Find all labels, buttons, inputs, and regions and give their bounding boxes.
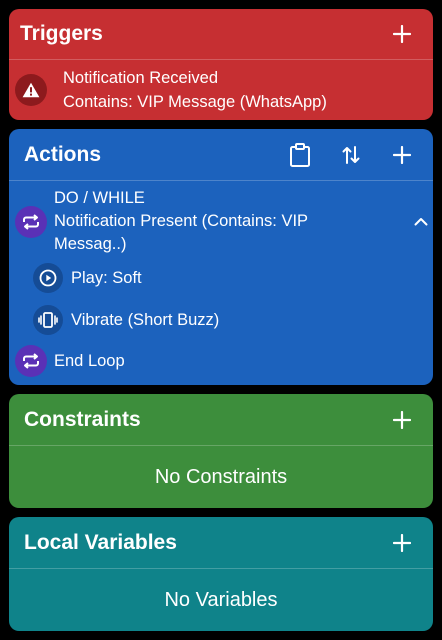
chevron-up-icon <box>414 217 428 225</box>
plus-icon <box>393 25 411 43</box>
add-constraint-button[interactable] <box>385 403 419 437</box>
trigger-name: Notification Received <box>63 69 218 87</box>
trigger-item[interactable]: Notification Received Contains: VIP Mess… <box>9 60 433 114</box>
do-while-label: DO / WHILE <box>54 189 145 207</box>
trigger-detail: Contains: VIP Message (WhatsApp) <box>63 93 327 111</box>
clipboard-icon <box>290 142 310 167</box>
triggers-title: Triggers <box>20 22 103 45</box>
do-while-text: DO / WHILE Notification Present (Contain… <box>54 187 374 256</box>
vibrate-icon <box>33 305 63 335</box>
add-action-button[interactable] <box>385 138 419 172</box>
play-icon <box>33 263 63 293</box>
trigger-description: Notification Received Contains: VIP Mess… <box>63 66 327 114</box>
triggers-header: Triggers <box>9 9 433 60</box>
end-loop-action[interactable]: End Loop <box>15 345 125 377</box>
plus-icon <box>393 410 411 429</box>
variables-title: Local Variables <box>24 530 177 554</box>
variables-card: Local Variables No Variables <box>9 517 433 631</box>
loop-icon <box>15 345 47 377</box>
actions-title: Actions <box>24 142 102 166</box>
no-constraints-text: No Constraints <box>154 465 288 488</box>
do-while-condition-cont: Messag..) <box>54 235 127 253</box>
collapse-button[interactable] <box>404 204 433 238</box>
constraints-card: Constraints No Constraints <box>9 394 433 508</box>
vibrate-action[interactable]: Vibrate (Short Buzz) <box>33 305 219 335</box>
do-while-condition: Notification Present (Contains: VIP <box>54 212 309 230</box>
no-variables-text: No Variables <box>164 588 278 611</box>
triggers-card: Triggers Notification Received Contains:… <box>9 9 433 120</box>
loop-icon <box>15 205 47 238</box>
variables-header: Local Variables <box>9 517 433 569</box>
clipboard-button[interactable] <box>283 138 317 172</box>
reorder-icon <box>342 145 360 164</box>
constraints-title: Constraints <box>24 407 141 431</box>
play-action[interactable]: Play: Soft <box>33 263 142 293</box>
reorder-button[interactable] <box>334 138 368 172</box>
end-loop-label: End Loop <box>54 351 125 370</box>
constraints-header: Constraints <box>9 394 433 446</box>
actions-header: Actions <box>9 129 433 181</box>
plus-icon <box>393 533 411 552</box>
add-trigger-button[interactable] <box>385 17 419 51</box>
play-label: Play: Soft <box>71 268 142 287</box>
plus-icon <box>393 145 411 164</box>
actions-card: Actions DO / WHILE Notification Present … <box>9 129 433 385</box>
vibrate-label: Vibrate (Short Buzz) <box>71 310 220 329</box>
do-while-action[interactable]: DO / WHILE Notification Present (Contain… <box>15 187 425 256</box>
add-variable-button[interactable] <box>385 526 419 560</box>
warning-icon <box>15 74 47 106</box>
